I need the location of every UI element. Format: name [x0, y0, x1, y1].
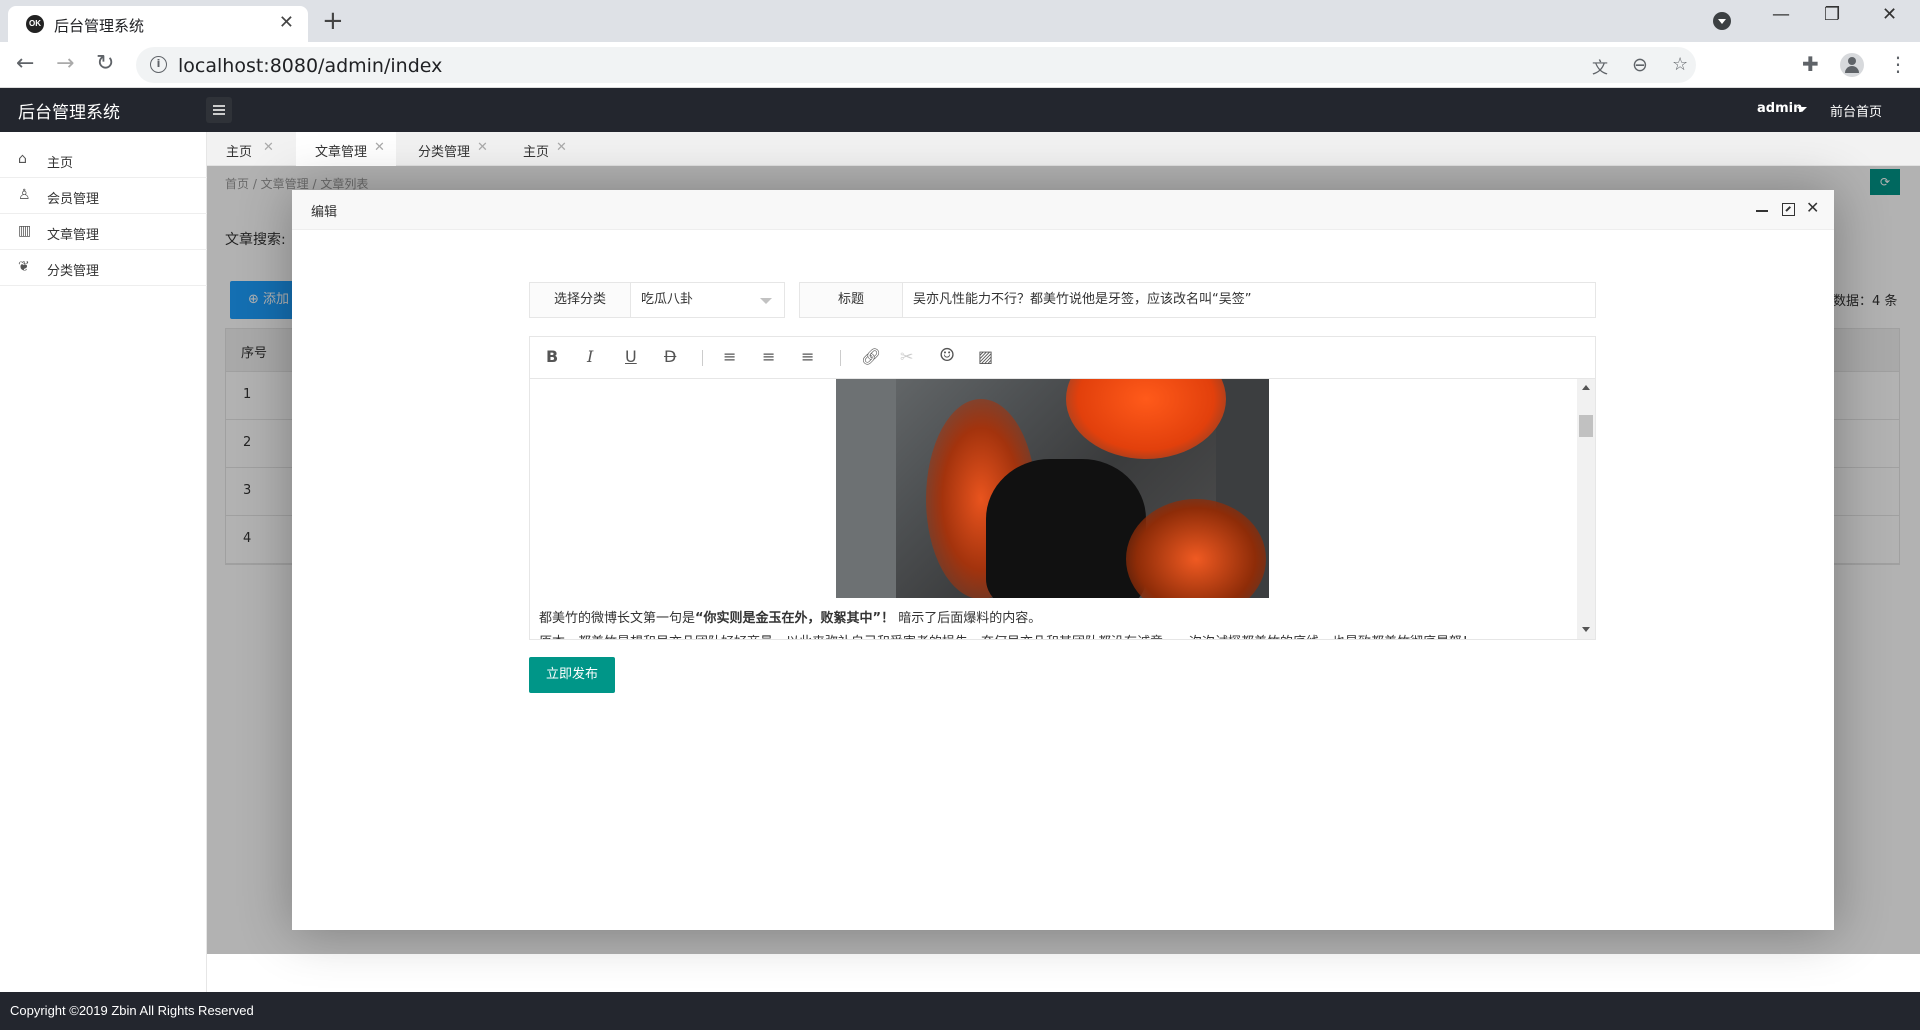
sidebar: ⌂ 主页 ♙ 会员管理 ▥ 文章管理 ❦ 分类管理 — [0, 132, 207, 992]
browser-menu-icon[interactable]: ⋮ — [1888, 52, 1908, 76]
book-icon: ▥ — [18, 223, 32, 239]
toolbar-divider — [840, 350, 841, 366]
tab-home[interactable]: 主页 ✕ — [207, 132, 293, 166]
tab-label: 分类管理 — [418, 145, 471, 160]
scroll-up-icon[interactable] — [1582, 385, 1590, 390]
edit-modal: 编辑 ✕ 选择分类 吃瓜八卦 标题 吴亦凡性能力不行？都美竹说他是牙签，应该改名… — [292, 190, 1834, 930]
close-window-icon[interactable]: ✕ — [1882, 4, 1897, 25]
user-icon: ♙ — [18, 187, 31, 203]
site-info-icon[interactable]: i — [150, 56, 167, 73]
bookmark-star-icon[interactable]: ☆ — [1672, 54, 1688, 75]
editor-scrollbar[interactable] — [1577, 379, 1595, 639]
sidebar-item-label: 会员管理 — [47, 192, 100, 207]
sidebar-item-label: 主页 — [47, 156, 74, 171]
front-page-link[interactable]: 前台首页 — [1830, 101, 1882, 120]
sidebar-item-home[interactable]: ⌂ 主页 — [0, 142, 207, 178]
profile-menu-icon[interactable] — [1713, 12, 1731, 30]
editor-toolbar: B I U D ≡ ≡ ≡ 🔗︎ ✂ ☺ ▨ — [530, 337, 1595, 379]
align-right-icon[interactable]: ≡ — [801, 347, 814, 366]
reload-icon[interactable]: ↻ — [96, 51, 114, 76]
restore-window-icon[interactable]: ❐ — [1824, 4, 1840, 25]
app-header: 后台管理系统 admin 前台首页 — [0, 88, 1920, 132]
forward-icon[interactable]: → — [56, 51, 74, 76]
tab-articles[interactable]: 文章管理 ✕ — [296, 132, 396, 166]
tab-categories[interactable]: 分类管理 ✕ — [399, 132, 499, 166]
bold-icon[interactable]: B — [546, 347, 558, 366]
align-center-icon[interactable]: ≡ — [762, 347, 775, 366]
sidebar-item-members[interactable]: ♙ 会员管理 — [0, 178, 207, 214]
minimize-window-icon[interactable]: — — [1772, 4, 1790, 25]
extensions-icon[interactable]: ✚ — [1802, 52, 1819, 76]
browser-tab[interactable]: OK 后台管理系统 ✕ — [8, 6, 308, 42]
account-avatar-icon[interactable] — [1840, 53, 1864, 77]
close-icon[interactable]: ✕ — [556, 140, 567, 155]
translate-icon[interactable]: 文 — [1592, 54, 1608, 78]
back-icon[interactable]: ← — [16, 51, 34, 76]
home-icon: ⌂ — [18, 151, 27, 167]
maximize-icon[interactable] — [1782, 203, 1795, 216]
underline-icon[interactable]: U — [625, 347, 637, 366]
title-label: 标题 — [799, 282, 903, 318]
new-tab-icon[interactable]: + — [322, 6, 344, 36]
sidebar-item-label: 文章管理 — [47, 228, 100, 243]
zoom-icon[interactable]: ⊖ — [1632, 54, 1648, 76]
italic-icon[interactable]: I — [587, 347, 593, 366]
tab-label: 主页 — [226, 145, 253, 160]
tab-label: 文章管理 — [315, 145, 368, 160]
chevron-down-icon — [760, 298, 772, 304]
menu-toggle-icon[interactable] — [206, 97, 232, 123]
sidebar-item-articles[interactable]: ▥ 文章管理 — [0, 214, 207, 250]
rich-text-editor: B I U D ≡ ≡ ≡ 🔗︎ ✂ ☺ ▨ 都美竹的微博长文第一句是“你实则是… — [529, 336, 1596, 640]
category-icon: ❦ — [18, 259, 30, 275]
link-icon[interactable]: 🔗︎ — [861, 347, 881, 366]
close-icon[interactable]: ✕ — [477, 140, 488, 155]
browser-tabstrip: OK 后台管理系统 ✕ + — ❐ ✕ — [0, 0, 1920, 42]
minimize-icon[interactable] — [1756, 210, 1768, 212]
scroll-down-icon[interactable] — [1582, 627, 1590, 632]
close-icon[interactable]: ✕ — [1806, 198, 1819, 217]
sidebar-item-label: 分类管理 — [47, 264, 100, 279]
browser-tab-title: 后台管理系统 — [54, 17, 145, 35]
chevron-down-icon[interactable] — [1797, 107, 1807, 112]
emoji-icon[interactable]: ☺ — [939, 345, 955, 366]
favicon-icon: OK — [26, 15, 44, 33]
strikethrough-icon[interactable]: D — [664, 347, 676, 366]
address-bar[interactable]: i localhost:8080/admin/index ☆ ⊖ 文 — [136, 47, 1696, 83]
title-input[interactable]: 吴亦凡性能力不行？都美竹说他是牙签，应该改名叫“吴签” — [902, 282, 1596, 318]
modal-header: 编辑 ✕ — [292, 190, 1834, 230]
publish-button[interactable]: 立即发布 — [529, 657, 615, 693]
article-image — [836, 379, 1269, 598]
category-select-value: 吃瓜八卦 — [641, 292, 694, 307]
unlink-icon[interactable]: ✂ — [900, 347, 913, 366]
scrollbar-thumb[interactable] — [1579, 415, 1593, 437]
tab-home-2[interactable]: 主页 ✕ — [504, 132, 590, 166]
editor-paragraph: 原本，都美竹是想和吴亦凡团队好好商量，以此来弥补自己和受害者的损失，奈何吴亦凡和… — [539, 631, 1475, 639]
url-text: localhost:8080/admin/index — [178, 55, 443, 77]
close-tab-icon[interactable]: ✕ — [279, 12, 294, 33]
user-menu[interactable]: admin — [1757, 101, 1802, 116]
tab-label: 主页 — [523, 145, 550, 160]
image-icon[interactable]: ▨ — [978, 347, 993, 366]
app-logo: 后台管理系统 — [18, 103, 120, 123]
page-tabbar: 主页 ✕ 文章管理 ✕ 分类管理 ✕ 主页 ✕ — [207, 132, 1920, 166]
align-left-icon[interactable]: ≡ — [723, 347, 736, 366]
sidebar-item-categories[interactable]: ❦ 分类管理 — [0, 250, 207, 286]
editor-paragraph: 都美竹的微博长文第一句是“你实则是金玉在外，败絮其中”！ 暗示了后面爆料的内容。 — [539, 611, 1042, 626]
editor-content[interactable]: 都美竹的微博长文第一句是“你实则是金玉在外，败絮其中”！ 暗示了后面爆料的内容。… — [530, 379, 1577, 639]
copyright-text: Copyright ©2019 Zbin All Rights Reserved — [10, 1003, 254, 1018]
close-icon[interactable]: ✕ — [374, 140, 385, 155]
browser-toolbar: ← → ↻ i localhost:8080/admin/index ☆ ⊖ 文… — [0, 42, 1920, 88]
modal-title: 编辑 — [311, 205, 338, 220]
category-label: 选择分类 — [529, 282, 631, 318]
toolbar-divider — [702, 350, 703, 366]
footer: Copyright ©2019 Zbin All Rights Reserved — [0, 992, 1920, 1030]
close-icon[interactable]: ✕ — [263, 140, 274, 155]
category-select[interactable]: 吃瓜八卦 — [630, 282, 785, 318]
